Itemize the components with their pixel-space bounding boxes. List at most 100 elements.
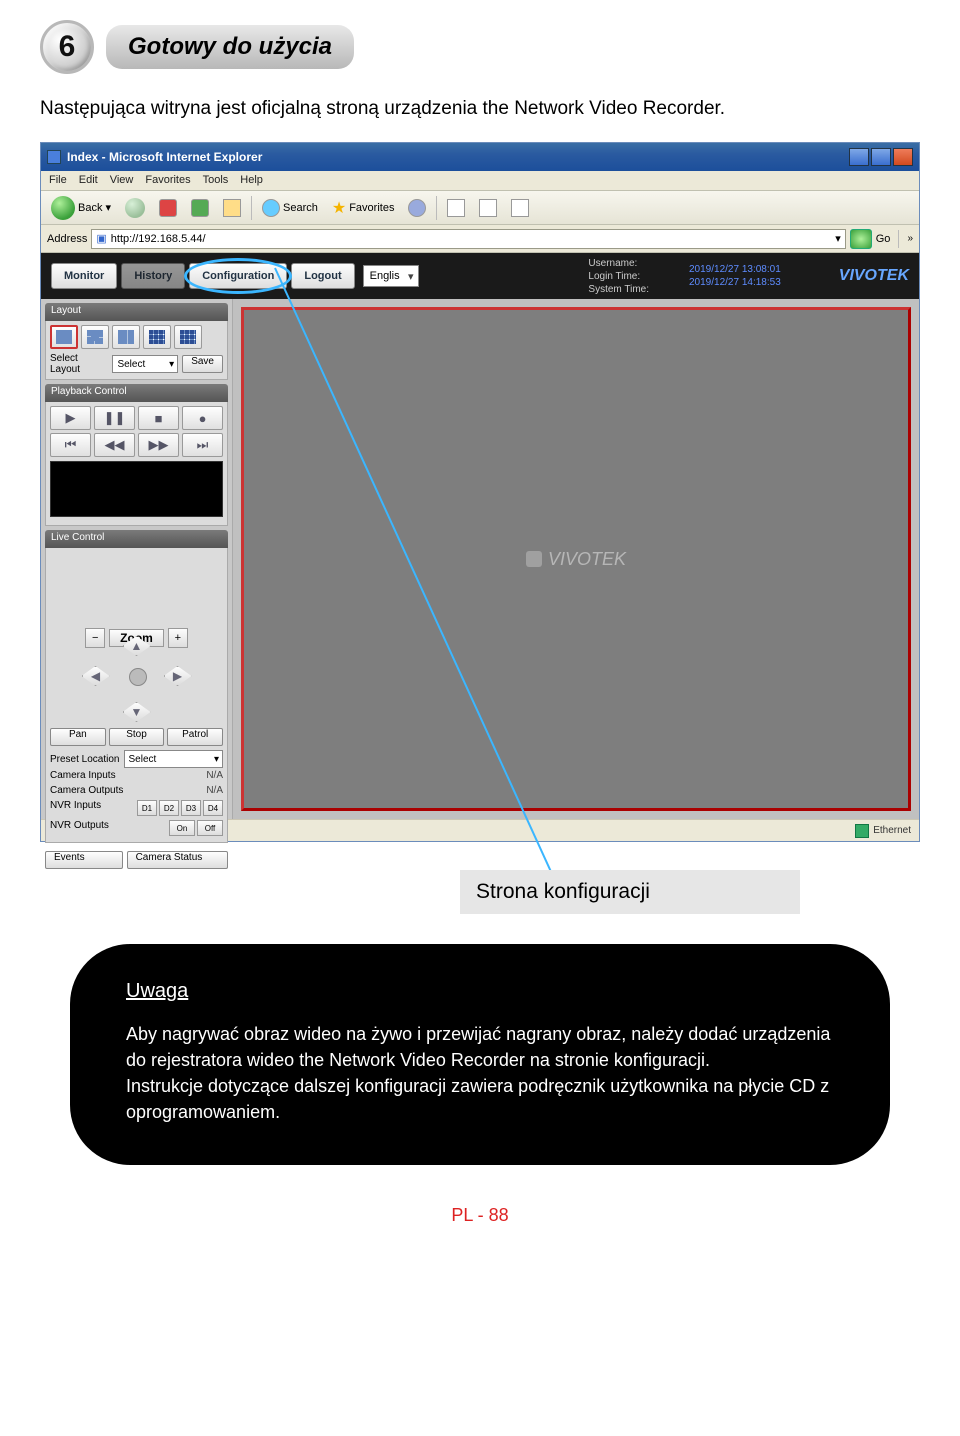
camera-inputs-value: N/A <box>206 770 223 781</box>
note-title: Uwaga <box>126 980 834 1003</box>
do-off[interactable]: Off <box>197 820 223 836</box>
layout-select[interactable]: Select <box>112 355 178 373</box>
ptz-left[interactable]: ◀ <box>82 666 110 686</box>
address-input[interactable]: ▣ http://192.168.5.44/ ▾ <box>91 229 845 249</box>
ptz-home[interactable] <box>129 668 147 686</box>
step-header: 6 Gotowy do użycia <box>40 20 920 74</box>
camera-outputs-label: Camera Outputs <box>50 785 123 796</box>
di-1[interactable]: D1 <box>137 800 157 816</box>
page-number: PL - 88 <box>40 1205 920 1226</box>
stop-playback-button[interactable]: ■ <box>138 406 179 430</box>
pan-button[interactable]: Pan <box>50 728 106 746</box>
home-button[interactable] <box>219 197 245 219</box>
save-layout-button[interactable]: Save <box>182 355 223 373</box>
step-number-badge: 6 <box>40 20 94 74</box>
menu-view[interactable]: View <box>110 174 134 187</box>
record-button[interactable]: ● <box>182 406 223 430</box>
ptz-up[interactable]: ▲ <box>123 636 151 656</box>
note-body: Aby nagrywać obraz wideo na żywo i przew… <box>126 1021 834 1125</box>
menu-edit[interactable]: Edit <box>79 174 98 187</box>
forward-icon <box>125 198 145 218</box>
di-3[interactable]: D3 <box>181 800 201 816</box>
max-button[interactable] <box>871 148 891 166</box>
video-viewport[interactable]: VIVOTEK <box>241 307 911 811</box>
refresh-button[interactable] <box>187 197 213 219</box>
do-on[interactable]: On <box>169 820 195 836</box>
network-icon <box>855 824 869 838</box>
timeline[interactable] <box>50 461 223 517</box>
nvr-outputs-label: NVR Outputs <box>50 820 109 836</box>
favorites-label: Favorites <box>349 202 394 214</box>
ptz-down[interactable]: ▼ <box>123 702 151 722</box>
menu-help[interactable]: Help <box>240 174 263 187</box>
print-icon <box>479 199 497 217</box>
next-button[interactable]: ⏭ <box>182 433 223 457</box>
back-button[interactable]: Back ▾ <box>47 194 115 222</box>
history-icon <box>408 199 426 217</box>
label-system-time: System Time: <box>588 283 649 296</box>
language-select[interactable]: Englis <box>363 265 419 287</box>
address-label: Address <box>47 233 87 245</box>
ie-icon <box>47 150 61 164</box>
play-button[interactable]: ▶ <box>50 406 91 430</box>
layout-3x3[interactable] <box>143 325 171 349</box>
min-button[interactable] <box>849 148 869 166</box>
panel-live-title: Live Control <box>45 530 228 548</box>
camera-status-button[interactable]: Camera Status <box>127 851 228 869</box>
print-button[interactable] <box>475 197 501 219</box>
select-layout-label: Select Layout <box>50 353 108 375</box>
prev-button[interactable]: ⏮ <box>50 433 91 457</box>
note-box: Uwaga Aby nagrywać obraz wideo na żywo i… <box>70 944 890 1165</box>
edit-button[interactable] <box>507 197 533 219</box>
stop-button-ptz[interactable]: Stop <box>109 728 165 746</box>
panel-layout-title: Layout <box>45 303 228 321</box>
ptz-control: ▲ ▼ ◀ ▶ − Zoom + <box>50 628 223 724</box>
search-button[interactable]: Search <box>258 197 322 219</box>
status-text: Ethernet <box>873 825 911 836</box>
menu-favorites[interactable]: Favorites <box>145 174 190 187</box>
app-header: Monitor History Configuration Logout Eng… <box>41 253 919 299</box>
layout-1x1[interactable] <box>50 325 78 349</box>
value-system-time: 2019/12/27 14:18:53 <box>689 276 781 289</box>
brand-logo: VIVOTEK <box>839 267 909 285</box>
layout-4x4[interactable] <box>174 325 202 349</box>
address-value: http://192.168.5.44/ <box>111 233 206 245</box>
layout-2x2[interactable] <box>81 325 109 349</box>
camera-outputs-value: N/A <box>206 785 223 796</box>
step-title: Gotowy do użycia <box>106 25 354 69</box>
preset-select[interactable]: Select <box>124 750 224 768</box>
di-2[interactable]: D2 <box>159 800 179 816</box>
history-button[interactable] <box>404 197 430 219</box>
patrol-button[interactable]: Patrol <box>167 728 223 746</box>
go-button[interactable] <box>850 229 872 249</box>
menu-bar: File Edit View Favorites Tools Help <box>41 171 919 191</box>
forward-button[interactable] <box>121 196 149 220</box>
menu-file[interactable]: File <box>49 174 67 187</box>
pause-button[interactable]: ❚❚ <box>94 406 135 430</box>
tab-configuration[interactable]: Configuration <box>189 263 287 289</box>
tab-logout[interactable]: Logout <box>291 263 354 289</box>
session-info: Username: Login Time: System Time: 2019/… <box>588 257 909 296</box>
callout-label: Strona konfiguracji <box>460 870 800 914</box>
fastfwd-button[interactable]: ▶▶ <box>138 433 179 457</box>
preset-label: Preset Location <box>50 754 120 765</box>
chevron-down-icon[interactable]: ▾ <box>835 232 841 245</box>
menu-tools[interactable]: Tools <box>203 174 229 187</box>
tab-config-label: Configuration <box>202 270 274 282</box>
rewind-button[interactable]: ◀◀ <box>94 433 135 457</box>
tab-history[interactable]: History <box>121 263 185 289</box>
stop-button[interactable] <box>155 197 181 219</box>
address-bar: Address ▣ http://192.168.5.44/ ▾ Go » <box>41 225 919 253</box>
tab-monitor[interactable]: Monitor <box>51 263 117 289</box>
watermark-text: VIVOTEK <box>548 549 626 570</box>
close-button[interactable] <box>893 148 913 166</box>
di-4[interactable]: D4 <box>203 800 223 816</box>
back-icon <box>51 196 75 220</box>
ptz-right[interactable]: ▶ <box>164 666 192 686</box>
intro-text: Następująca witryna jest oficjalną stron… <box>40 98 920 120</box>
window-title: Index - Microsoft Internet Explorer <box>67 150 843 164</box>
favorites-button[interactable]: ★ Favorites <box>328 196 399 220</box>
events-button[interactable]: Events <box>45 851 123 869</box>
layout-1-3[interactable] <box>112 325 140 349</box>
mail-button[interactable] <box>443 197 469 219</box>
